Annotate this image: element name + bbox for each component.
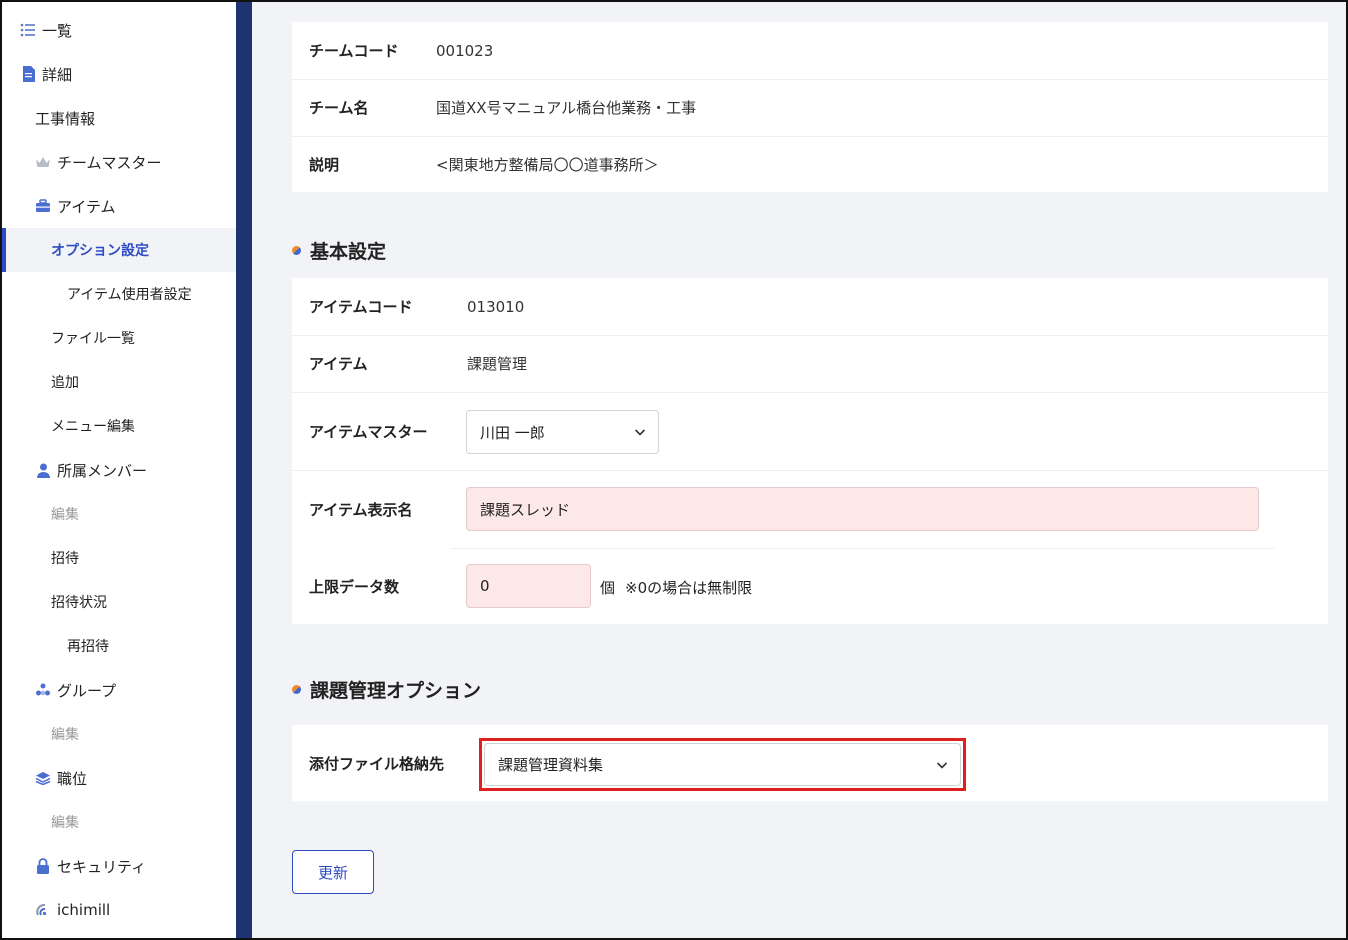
sidebar-item-label: セキュリティ: [57, 857, 147, 876]
sidebar-item-group[interactable]: グループ: [2, 668, 236, 712]
display-name-input[interactable]: 課題スレッド: [466, 487, 1259, 531]
sidebar-item-label: ichimill: [57, 901, 111, 919]
sidebar-item-label: 所属メンバー: [57, 461, 148, 480]
limit-unit: 個: [600, 579, 616, 597]
sidebar-item-label: 詳細: [42, 65, 73, 84]
item-master-row: アイテムマスター: [292, 392, 1328, 470]
sidebar-item-position-edit[interactable]: 編集: [2, 800, 236, 844]
section-bullet-icon: [292, 246, 301, 255]
section-bullet-icon: [292, 685, 301, 694]
sidebar-item-label: グループ: [57, 681, 117, 700]
chevron-down-icon: [634, 429, 646, 436]
document-icon: [20, 66, 36, 82]
crown-icon: [35, 154, 51, 170]
limit-note: ※0の場合は無制限: [625, 579, 753, 597]
sidebar-item-ichimill[interactable]: ichimill: [2, 888, 236, 932]
team-name-label: チーム名: [309, 99, 369, 117]
sidebar-item-label: 招待状況: [51, 595, 107, 611]
attach-destination-selected-value: 課題管理資料集: [498, 756, 604, 774]
sidebar-item-option-settings[interactable]: オプション設定: [2, 228, 236, 272]
description-label: 説明: [309, 155, 340, 174]
sidebar-item-label: 一覧: [42, 21, 73, 40]
description-value: <関東地方整備局〇〇道事務所＞: [436, 155, 659, 174]
item-master-selected-value: 川田 一郎: [480, 423, 545, 442]
sidebar-divider-band: [236, 2, 252, 938]
lock-icon: [35, 858, 51, 874]
sidebar-item-list[interactable]: 一覧: [2, 8, 236, 52]
description-row: 説明 <関東地方整備局〇〇道事務所＞: [292, 136, 1328, 192]
item-code-value: 013010: [467, 297, 525, 316]
sidebar-item-label: 編集: [51, 727, 79, 743]
display-name-input-value: 課題スレッド: [480, 500, 571, 519]
sidebar-item-detail[interactable]: 詳細: [2, 52, 236, 96]
item-label: アイテム: [309, 355, 368, 373]
ichimill-icon: [35, 902, 51, 918]
person-icon: [35, 462, 51, 478]
sidebar-item-label: アイテム: [57, 197, 116, 216]
limit-input-value: 0: [480, 577, 490, 595]
sidebar-item-security[interactable]: セキュリティ: [2, 844, 236, 888]
limit-label: 上限データ数: [309, 577, 400, 596]
sidebar-item-position[interactable]: 職位: [2, 756, 236, 800]
toolbox-icon: [35, 198, 51, 214]
item-row: アイテム 課題管理: [292, 335, 1328, 392]
sidebar-item-menu-edit[interactable]: メニュー編集: [2, 404, 236, 448]
app-window: 一覧 詳細 工事情報 チームマスター アイテム オプション設定 アイテム使用者設…: [0, 0, 1348, 940]
sidebar-item-label: チームマスター: [57, 153, 162, 172]
chevron-down-icon: [936, 761, 948, 769]
sidebar-item-label: アイテム使用者設定: [67, 287, 192, 303]
team-name-value: 国道XX号マニュアル橋台他業務・工事: [436, 99, 697, 117]
sidebar-item-group-edit[interactable]: 編集: [2, 712, 236, 756]
sidebar-item-label: 招待: [51, 551, 79, 567]
limit-row: 上限データ数: [292, 548, 1328, 624]
sidebar-item-item[interactable]: アイテム: [2, 184, 236, 228]
item-master-label: アイテムマスター: [309, 422, 428, 441]
sidebar-item-label: オプション設定: [51, 243, 149, 259]
sidebar-item-label: 追加: [51, 375, 79, 391]
sidebar-item-label: 職位: [57, 769, 88, 788]
sidebar-item-invite-status[interactable]: 招待状況: [2, 580, 236, 624]
display-name-label: アイテム表示名: [309, 500, 413, 519]
limit-input[interactable]: 0: [466, 564, 591, 608]
section-title-text: 課題管理オプション: [310, 680, 482, 702]
list-icon: [20, 22, 36, 38]
item-value: 課題管理: [467, 355, 528, 373]
sidebar-item-label: 編集: [51, 815, 79, 831]
layers-icon: [35, 770, 51, 786]
sidebar-item-members[interactable]: 所属メンバー: [2, 448, 236, 492]
team-code-value: 001023: [436, 41, 494, 60]
issue-option-card: 添付ファイル格納先 課題管理資料集: [292, 725, 1328, 801]
team-code-row: チームコード 001023: [292, 22, 1328, 79]
basic-settings-title: 基本設定: [292, 237, 386, 264]
team-name-row: チーム名 国道XX号マニュアル橋台他業務・工事: [292, 79, 1328, 136]
sidebar-item-label: 編集: [51, 507, 79, 523]
group-icon: [35, 682, 51, 698]
team-code-label: チームコード: [309, 42, 399, 60]
item-code-row: アイテムコード 013010: [292, 278, 1328, 335]
basic-settings-card: アイテムコード 013010 アイテム 課題管理 アイテムマスター 川田 一郎 …: [292, 278, 1328, 624]
attach-destination-label: 添付ファイル格納先: [309, 754, 445, 773]
attach-destination-select[interactable]: 課題管理資料集: [484, 743, 961, 786]
sidebar-item-team-master[interactable]: チームマスター: [2, 140, 236, 184]
sidebar-item-label: 工事情報: [35, 109, 96, 128]
item-master-select[interactable]: 川田 一郎: [466, 410, 659, 454]
sidebar-item-file-list[interactable]: ファイル一覧: [2, 316, 236, 360]
sidebar-item-item-users[interactable]: アイテム使用者設定: [2, 272, 236, 316]
sidebar: 一覧 詳細 工事情報 チームマスター アイテム オプション設定 アイテム使用者設…: [2, 2, 236, 938]
sidebar-item-reinvite[interactable]: 再招待: [2, 624, 236, 668]
sidebar-item-invite[interactable]: 招待: [2, 536, 236, 580]
sidebar-item-label: ファイル一覧: [51, 331, 135, 347]
sidebar-item-add[interactable]: 追加: [2, 360, 236, 404]
update-button[interactable]: 更新: [292, 850, 374, 894]
sidebar-item-label: メニュー編集: [51, 419, 135, 435]
sidebar-item-construction-info[interactable]: 工事情報: [2, 96, 236, 140]
main-content: チームコード 001023 チーム名 国道XX号マニュアル橋台他業務・工事 説明…: [252, 2, 1346, 938]
sidebar-item-label: 再招待: [67, 639, 109, 655]
section-title-text: 基本設定: [310, 241, 387, 263]
sidebar-item-members-edit[interactable]: 編集: [2, 492, 236, 536]
issue-option-title: 課題管理オプション: [292, 676, 481, 703]
team-info-card: チームコード 001023 チーム名 国道XX号マニュアル橋台他業務・工事 説明…: [292, 22, 1328, 192]
item-code-label: アイテムコード: [309, 298, 413, 316]
